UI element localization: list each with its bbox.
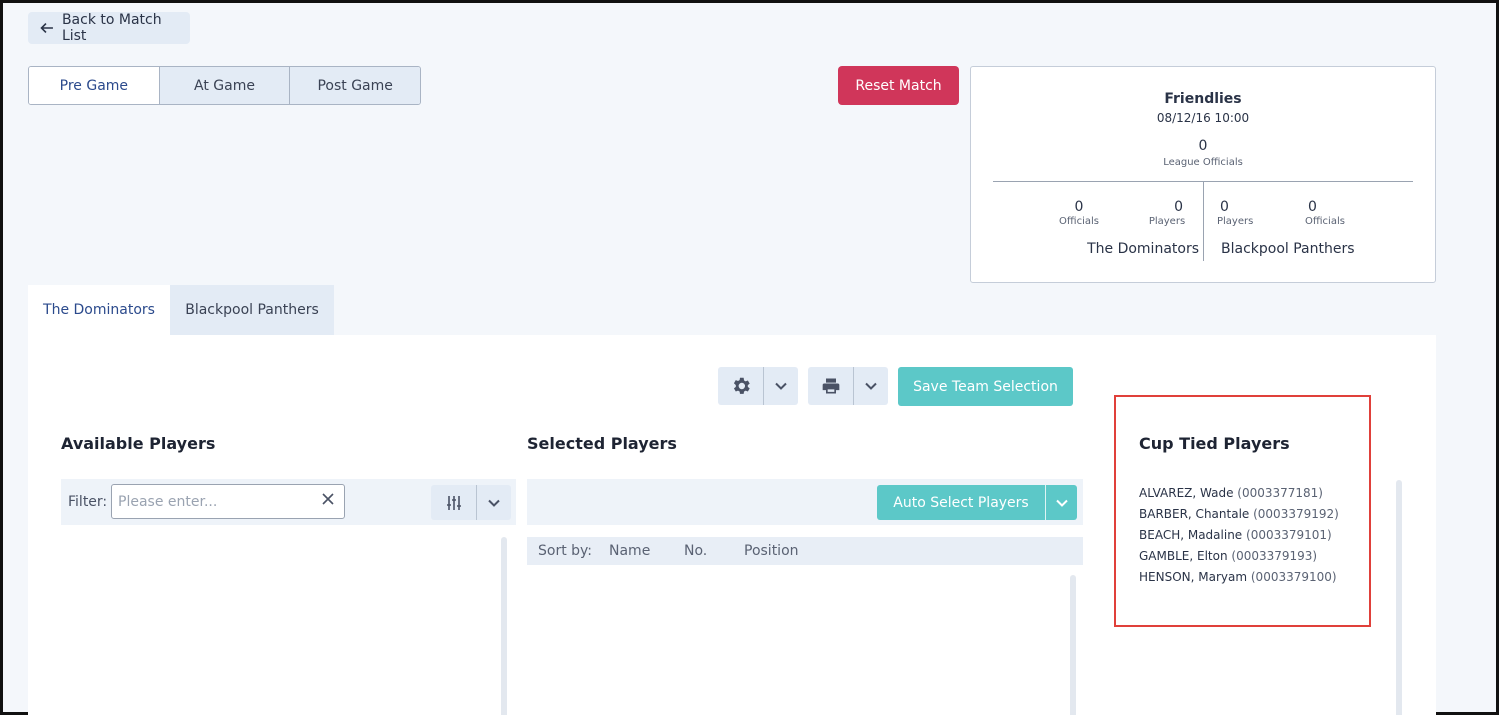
print-icon[interactable] [808, 367, 853, 405]
list-item: HENSON, Maryam (0003379100) [1139, 567, 1339, 588]
list-item: ALVAREZ, Wade (0003377181) [1139, 483, 1339, 504]
divider [1045, 485, 1046, 520]
player-name: BEACH, Madaline [1139, 528, 1243, 542]
selected-players-title: Selected Players [527, 434, 677, 453]
away-players-label: Players [1217, 216, 1254, 227]
home-players-label: Players [1148, 216, 1186, 227]
filter-input[interactable] [111, 484, 345, 519]
save-team-selection-button[interactable]: Save Team Selection [898, 367, 1073, 406]
gear-icon[interactable] [718, 367, 763, 405]
back-label: Back to Match List [61, 12, 162, 44]
filter-label: Filter: [68, 494, 108, 510]
player-name: ALVAREZ, Wade [1139, 486, 1234, 500]
player-id: (0003379193) [1231, 549, 1318, 563]
list-item: BARBER, Chantale (0003379192) [1139, 504, 1339, 525]
league-officials-label: League Officials [1163, 157, 1243, 168]
sort-by-name[interactable]: Name [609, 543, 650, 559]
home-officials-label: Officials [1059, 216, 1099, 227]
cup-tied-players-title: Cup Tied Players [1139, 434, 1290, 453]
competition-name: Friendlies [1164, 91, 1242, 107]
player-name: HENSON, Maryam [1139, 570, 1248, 584]
sort-bar: Sort by: Name No. Position [527, 537, 1083, 565]
selected-list-scrollbar[interactable] [1070, 575, 1076, 715]
sort-by-position[interactable]: Position [744, 543, 799, 559]
chevron-down-icon[interactable] [1046, 485, 1077, 520]
arrow-left-icon [40, 22, 53, 34]
tab-at-game[interactable]: At Game [158, 67, 290, 104]
home-team-name: The Dominators [1087, 241, 1199, 257]
sliders-icon[interactable] [431, 485, 476, 520]
tab-the-dominators[interactable]: The Dominators [28, 285, 170, 335]
settings-dropdown[interactable] [718, 367, 798, 405]
reset-match-button[interactable]: Reset Match [838, 66, 959, 105]
match-summary-card: Friendlies 08/12/16 10:00 0 League Offic… [970, 66, 1436, 283]
print-dropdown[interactable] [808, 367, 888, 405]
league-officials-count: 0 [1198, 138, 1208, 154]
away-team-name: Blackpool Panthers [1221, 241, 1355, 257]
tab-post-game[interactable]: Post Game [289, 67, 420, 104]
chevron-down-icon[interactable] [477, 485, 511, 520]
available-list-scrollbar[interactable] [501, 537, 507, 715]
player-id: (0003379100) [1250, 570, 1337, 584]
game-phase-tabs: Pre Game At Game Post Game [28, 66, 421, 105]
match-datetime: 08/12/16 10:00 [1156, 111, 1250, 125]
away-officials-count: 0 [1308, 199, 1317, 215]
sort-label: Sort by: [538, 543, 593, 559]
chevron-down-icon[interactable] [854, 367, 888, 405]
away-officials-label: Officials [1305, 216, 1345, 227]
home-players-stat: 0 Players [1145, 199, 1189, 227]
cup-tied-scrollbar[interactable] [1396, 480, 1402, 715]
tab-blackpool-panthers[interactable]: Blackpool Panthers [170, 285, 334, 335]
filter-options-dropdown[interactable] [431, 485, 511, 520]
sort-by-number[interactable]: No. [684, 543, 707, 559]
chevron-down-icon[interactable] [764, 367, 798, 405]
player-name: BARBER, Chantale [1139, 507, 1250, 521]
away-officials-stat: 0 Officials [1305, 199, 1349, 227]
tab-pre-game[interactable]: Pre Game [29, 67, 159, 104]
home-officials-stat: 0 Officials [1057, 199, 1101, 227]
home-players-count: 0 [1174, 199, 1183, 215]
divider [1203, 181, 1204, 261]
available-players-title: Available Players [61, 434, 216, 453]
player-id: (0003377181) [1237, 486, 1323, 500]
back-to-match-list-button[interactable]: Back to Match List [28, 12, 190, 44]
auto-select-label[interactable]: Auto Select Players [877, 485, 1045, 520]
close-icon[interactable] [321, 492, 335, 506]
away-players-count: 0 [1220, 199, 1229, 215]
auto-select-players-button[interactable]: Auto Select Players [877, 485, 1077, 520]
away-players-stat: 0 Players [1217, 199, 1261, 227]
cup-tied-list: ALVAREZ, Wade (0003377181) BARBER, Chant… [1139, 483, 1339, 588]
player-id: (0003379192) [1253, 507, 1339, 521]
home-officials-count: 0 [1074, 199, 1084, 215]
player-name: GAMBLE, Elton [1139, 549, 1228, 563]
list-item: BEACH, Madaline (0003379101) [1139, 525, 1339, 546]
player-id: (0003379101) [1246, 528, 1332, 542]
list-item: GAMBLE, Elton (0003379193) [1139, 546, 1339, 567]
